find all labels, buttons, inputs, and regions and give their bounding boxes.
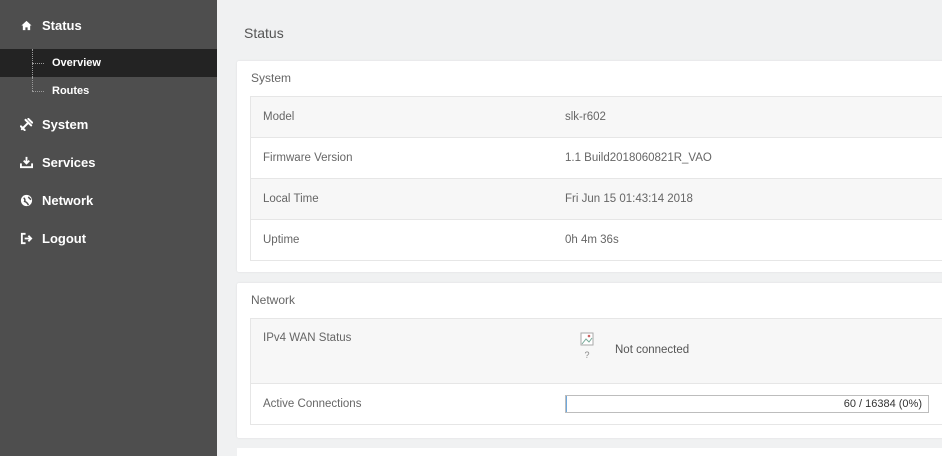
sidebar-item-routes[interactable]: Routes bbox=[0, 77, 217, 105]
row-key: Active Connections bbox=[263, 398, 362, 410]
table-row: Active Connections 60 / 16384 (0%) bbox=[251, 384, 942, 425]
sidebar-item-system[interactable]: System bbox=[0, 105, 217, 143]
table-row: IPv4 WAN Status ? Not connected bbox=[251, 319, 942, 384]
tools-icon bbox=[18, 117, 34, 131]
network-card: Network IPv4 WAN Status ? Not connected bbox=[237, 283, 942, 438]
system-card: System Model slk-r602 Firmware Version 1… bbox=[237, 61, 942, 272]
sidebar-item-label: Network bbox=[42, 192, 94, 208]
row-value: slk-r602 bbox=[565, 111, 606, 123]
table-row: Firmware Version 1.1 Build2018060821R_VA… bbox=[251, 138, 942, 179]
main-content: Status System Model slk-r602 Firmware Ve… bbox=[217, 0, 942, 456]
row-value: Fri Jun 15 01:43:14 2018 bbox=[565, 193, 693, 205]
sidebar-item-label: Services bbox=[42, 154, 96, 170]
row-key: Local Time bbox=[263, 193, 319, 205]
home-icon bbox=[18, 20, 34, 31]
broken-image-icon bbox=[580, 332, 594, 346]
next-card bbox=[237, 448, 942, 456]
wan-status-cell: ? Not connected bbox=[565, 332, 942, 360]
progress-fill bbox=[566, 396, 568, 412]
network-table: IPv4 WAN Status ? Not connected Active C… bbox=[250, 318, 942, 425]
wan-icon-caption: ? bbox=[584, 350, 590, 360]
card-title: System bbox=[251, 71, 292, 85]
wan-icon: ? bbox=[577, 332, 597, 360]
page-title: Status bbox=[244, 25, 284, 41]
row-key: Model bbox=[263, 111, 295, 123]
row-key: Firmware Version bbox=[263, 152, 353, 164]
connections-progress-bar: 60 / 16384 (0%) bbox=[565, 395, 929, 413]
progress-text: 60 / 16384 (0%) bbox=[843, 398, 922, 410]
row-value: 0h 4m 36s bbox=[565, 234, 619, 246]
row-value: 60 / 16384 (0%) bbox=[565, 395, 942, 413]
sidebar-item-label: Status bbox=[42, 17, 82, 33]
sidebar-item-label: Logout bbox=[42, 230, 87, 246]
wan-status-text: Not connected bbox=[615, 344, 690, 356]
system-table: Model slk-r602 Firmware Version 1.1 Buil… bbox=[250, 96, 942, 261]
row-key: IPv4 WAN Status bbox=[263, 332, 352, 344]
table-row: Model slk-r602 bbox=[251, 97, 942, 138]
sidebar-item-label: System bbox=[42, 116, 89, 132]
tree-connector bbox=[32, 49, 46, 77]
row-key: Uptime bbox=[263, 234, 300, 246]
sidebar-subitem-label: Overview bbox=[52, 57, 101, 69]
download-icon bbox=[18, 156, 34, 169]
sidebar-subitem-label: Routes bbox=[52, 85, 90, 97]
sidebar-item-logout[interactable]: Logout bbox=[0, 219, 217, 257]
tree-connector bbox=[32, 77, 46, 105]
row-value: 1.1 Build2018060821R_VAO bbox=[565, 152, 712, 164]
sidebar-item-services[interactable]: Services bbox=[0, 143, 217, 181]
table-row: Local Time Fri Jun 15 01:43:14 2018 bbox=[251, 179, 942, 220]
sidebar: Status Overview Routes System Services N… bbox=[0, 0, 217, 456]
card-title: Network bbox=[251, 293, 296, 307]
sidebar-item-network[interactable]: Network bbox=[0, 181, 217, 219]
sidebar-item-overview[interactable]: Overview bbox=[0, 49, 217, 77]
globe-icon bbox=[18, 194, 34, 207]
logout-icon bbox=[18, 232, 34, 245]
sidebar-item-status[interactable]: Status bbox=[0, 14, 217, 36]
table-row: Uptime 0h 4m 36s bbox=[251, 220, 942, 261]
